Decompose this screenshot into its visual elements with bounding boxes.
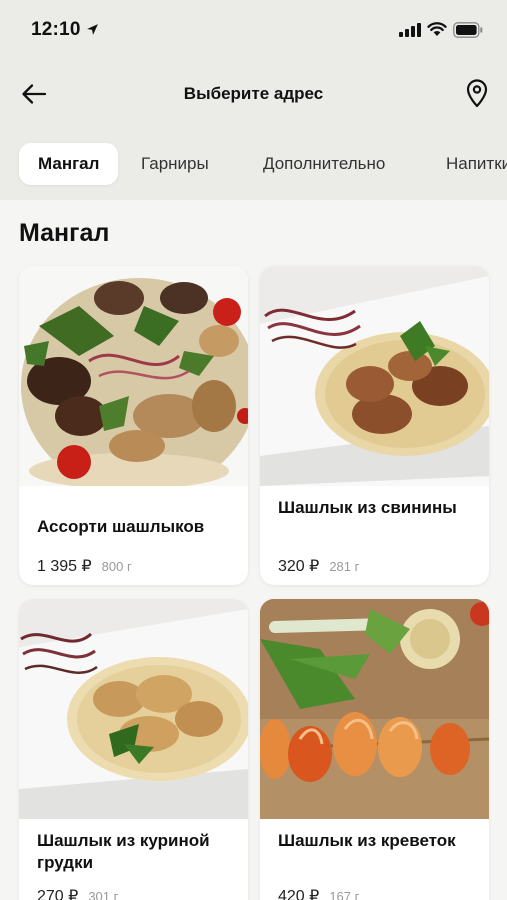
cellular-signal-icon: [399, 23, 421, 37]
tab-napitki[interactable]: Напитки: [446, 143, 507, 185]
category-tabs: Мангал Гарниры Дополнительно Напитки: [0, 140, 507, 188]
product-name: Шашлык из креветок: [278, 831, 456, 850]
location-arrow-icon: [87, 24, 98, 35]
app-header: 12:10 Выберите адрес Мангал Гарниры Допо…: [0, 0, 507, 200]
product-photo: [19, 599, 248, 819]
product-name: Шашлык из куриной грудки: [37, 831, 210, 872]
wifi-icon: [427, 22, 447, 36]
product-name: Ассорти шашлыков: [37, 517, 205, 536]
product-price-row: 270 ₽ 301 г: [37, 886, 118, 900]
product-weight: 800 г: [101, 559, 132, 574]
address-selector-title[interactable]: Выберите адрес: [0, 84, 507, 104]
product-price: 270 ₽: [37, 888, 79, 900]
product-card[interactable]: Шашлык из свинины 320 ₽ 281 г: [260, 266, 489, 585]
product-price-row: 320 ₽ 281 г: [278, 556, 359, 576]
battery-icon: [453, 22, 483, 38]
product-card[interactable]: Шашлык из креветок 420 ₽ 167 г: [260, 599, 489, 900]
product-weight: 167 г: [329, 889, 360, 900]
product-price-row: 1 395 ₽ 800 г: [37, 556, 132, 576]
product-weight: 281 г: [329, 559, 360, 574]
product-name: Шашлык из свинины: [278, 498, 457, 517]
status-bar: 12:10: [0, 0, 507, 62]
section-title: Мангал: [19, 219, 110, 247]
navigation-bar: Выберите адрес: [0, 62, 507, 126]
tab-mangal[interactable]: Мангал: [19, 143, 119, 185]
tab-garniry[interactable]: Гарниры: [141, 143, 209, 185]
product-photo: [260, 266, 489, 486]
product-price: 320 ₽: [278, 558, 320, 575]
product-weight: 301 г: [88, 889, 119, 900]
product-card[interactable]: Шашлык из куриной грудки 270 ₽ 301 г: [19, 599, 248, 900]
product-price: 420 ₽: [278, 888, 320, 900]
product-photo: [19, 266, 248, 486]
product-card[interactable]: Ассорти шашлыков 1 395 ₽ 800 г: [19, 266, 248, 585]
location-pin-icon[interactable]: [464, 78, 490, 108]
product-price: 1 395 ₽: [37, 558, 92, 575]
status-time: 12:10: [31, 19, 81, 40]
tab-dopolnitelno[interactable]: Дополнительно: [263, 143, 385, 185]
product-photo: [260, 599, 489, 819]
product-price-row: 420 ₽ 167 г: [278, 886, 359, 900]
